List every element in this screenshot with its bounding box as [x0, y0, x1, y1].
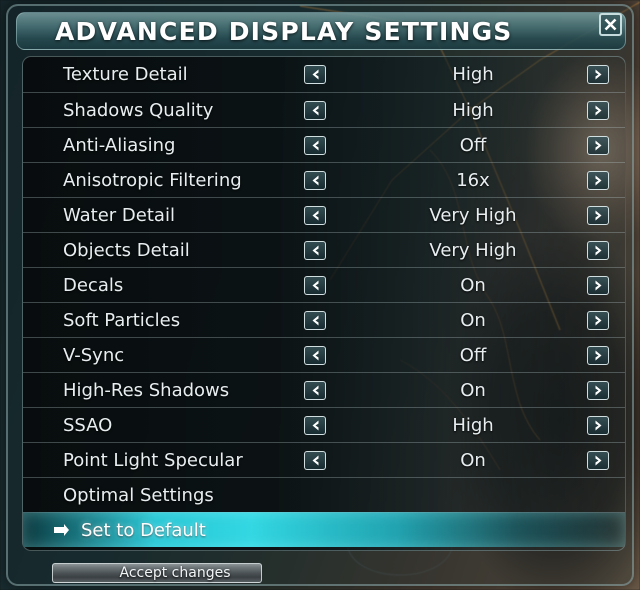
advanced-display-settings-window: ADVANCED DISPLAY SETTINGS Texture Detail…	[6, 4, 634, 586]
setting-label: Anisotropic Filtering	[63, 169, 242, 191]
chevron-left-glyph	[312, 140, 318, 150]
chevron-right-glyph	[595, 69, 601, 80]
chevron-right-icon[interactable]	[587, 170, 609, 190]
setting-label: Optimal Settings	[63, 484, 214, 506]
chevron-left-icon[interactable]	[304, 205, 326, 225]
chevron-right-icon[interactable]	[587, 205, 609, 225]
chevron-right-icon[interactable]	[587, 240, 609, 260]
chevron-right-glyph	[595, 105, 601, 115]
chevron-left-glyph	[312, 420, 318, 430]
setting-row[interactable]: Soft Particles On	[23, 302, 625, 337]
setting-row[interactable]: SSAO High	[23, 407, 625, 442]
chevron-left-glyph	[312, 280, 318, 290]
setting-label: Texture Detail	[63, 64, 188, 85]
setting-row[interactable]: Water Detail Very High	[23, 197, 625, 232]
setting-value: Very High	[429, 239, 517, 261]
chevron-left-icon[interactable]	[304, 170, 326, 190]
chevron-left-icon[interactable]	[304, 345, 326, 365]
accept-changes-label: Accept changes	[119, 565, 231, 581]
setting-value: High	[452, 414, 494, 436]
chevron-left-icon[interactable]	[304, 380, 326, 400]
chevron-left-glyph	[312, 69, 318, 80]
setting-label: Set to Default	[81, 519, 206, 541]
marker-arrow-glyph	[54, 524, 69, 536]
chevron-right-icon[interactable]	[587, 415, 609, 435]
chevron-right-glyph	[595, 140, 601, 150]
chevron-left-glyph	[312, 105, 318, 115]
chevron-left-glyph	[312, 175, 318, 185]
window-titlebar: ADVANCED DISPLAY SETTINGS	[16, 12, 626, 50]
chevron-right-glyph	[595, 210, 601, 220]
chevron-right-glyph	[595, 420, 601, 430]
setting-value: High	[452, 64, 494, 85]
chevron-right-glyph	[595, 280, 601, 290]
arrow-right-marker-icon	[53, 523, 70, 537]
chevron-left-icon[interactable]	[304, 240, 326, 260]
chevron-right-glyph	[595, 315, 601, 325]
setting-value: Off	[459, 344, 487, 366]
setting-row[interactable]: Anisotropic Filtering 16x	[23, 162, 625, 197]
setting-label: Decals	[63, 274, 124, 296]
chevron-left-glyph	[312, 210, 318, 220]
chevron-right-icon[interactable]	[587, 450, 609, 470]
chevron-right-icon[interactable]	[587, 65, 609, 84]
setting-value: Very High	[429, 204, 517, 226]
chevron-right-icon[interactable]	[587, 275, 609, 295]
setting-row[interactable]: Shadows Quality High	[23, 92, 625, 127]
setting-row[interactable]: Anti-Aliasing Off	[23, 127, 625, 162]
setting-label: SSAO	[63, 414, 113, 436]
setting-row[interactable]: Decals On	[23, 267, 625, 302]
setting-label: Soft Particles	[63, 309, 181, 331]
setting-label: Point Light Specular	[63, 449, 243, 471]
setting-label: Shadows Quality	[63, 99, 214, 121]
chevron-right-icon[interactable]	[587, 380, 609, 400]
chevron-left-icon[interactable]	[304, 100, 326, 120]
setting-value: Off	[459, 134, 487, 156]
chevron-left-glyph	[312, 350, 318, 360]
chevron-left-icon[interactable]	[304, 275, 326, 295]
chevron-left-icon[interactable]	[304, 450, 326, 470]
setting-value: High	[452, 99, 494, 121]
chevron-right-glyph	[595, 350, 601, 360]
setting-value: On	[460, 449, 486, 471]
setting-label: Objects Detail	[63, 239, 190, 261]
setting-label: High-Res Shadows	[63, 379, 230, 401]
chevron-left-glyph	[312, 315, 318, 325]
setting-value: 16x	[456, 169, 490, 191]
chevron-right-glyph	[595, 455, 601, 465]
setting-label: Anti-Aliasing	[63, 134, 176, 156]
accept-changes-button[interactable]: Accept changes	[52, 563, 262, 583]
chevron-left-glyph	[312, 245, 318, 255]
chevron-left-glyph	[312, 385, 318, 395]
chevron-right-glyph	[595, 245, 601, 255]
chevron-left-icon[interactable]	[304, 135, 326, 155]
chevron-left-glyph	[312, 455, 318, 465]
setting-value: On	[460, 274, 486, 296]
setting-row[interactable]: Optimal Settings	[23, 477, 625, 512]
chevron-left-icon[interactable]	[304, 65, 326, 84]
close-icon[interactable]	[599, 13, 622, 36]
chevron-left-icon[interactable]	[304, 310, 326, 330]
page-title: ADVANCED DISPLAY SETTINGS	[55, 16, 513, 46]
chevron-right-icon[interactable]	[587, 345, 609, 365]
chevron-right-icon[interactable]	[587, 100, 609, 120]
chevron-right-icon[interactable]	[587, 135, 609, 155]
setting-row[interactable]: V-Sync Off	[23, 337, 625, 372]
setting-row[interactable]: Texture Detail High	[23, 57, 625, 92]
chevron-right-glyph	[595, 385, 601, 395]
setting-row[interactable]: High-Res Shadows On	[23, 372, 625, 407]
setting-row[interactable]: Set to Default	[23, 512, 625, 547]
setting-row[interactable]: Point Light Specular On	[23, 442, 625, 477]
setting-label: Water Detail	[63, 204, 175, 226]
settings-list: Texture Detail High Shadows Quality High Ant…	[22, 56, 626, 551]
setting-value: On	[460, 379, 486, 401]
setting-label: V-Sync	[63, 344, 125, 366]
close-x-glyph	[604, 18, 617, 31]
chevron-right-glyph	[595, 175, 601, 185]
chevron-right-icon[interactable]	[587, 310, 609, 330]
chevron-left-icon[interactable]	[304, 415, 326, 435]
setting-value: On	[460, 309, 486, 331]
setting-row[interactable]: Objects Detail Very High	[23, 232, 625, 267]
